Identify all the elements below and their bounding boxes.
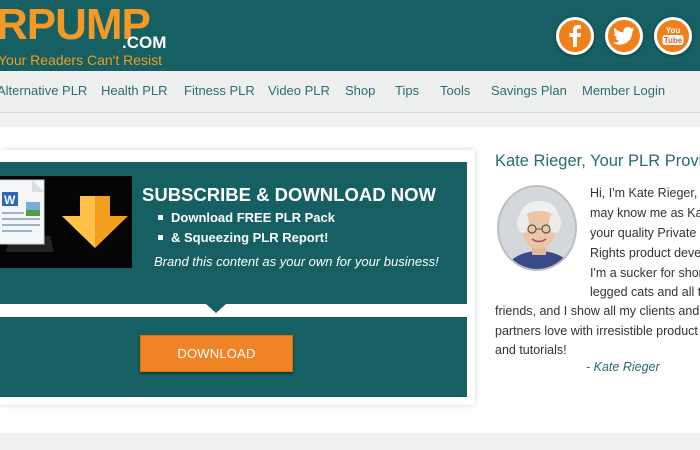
subscribe-title: SUBSCRIBE & DOWNLOAD NOW [142,184,436,205]
twitter-icon [613,27,635,45]
download-graphic: W [0,176,132,268]
logo-tagline: Your Readers Can't Resist [0,52,163,68]
sidebar-bio-line: Rights product deve [590,246,700,260]
portrait-image [499,187,575,269]
avatar [497,185,577,271]
nav-item-video-plr[interactable]: Video PLR [268,83,330,99]
sidebar-bio-line: friends, and I show all my clients and [495,304,700,318]
panel-pointer [206,304,226,313]
site-header: RPUMP .COM Your Readers Can't Resist You… [0,0,700,71]
sidebar-bio-line: may know me as Ka [590,206,700,220]
youtube-icon: You Tube [662,26,684,45]
sidebar-bio-line: partners love with irresistible product [495,324,698,338]
nav-item-alternative-plr[interactable]: Alternative PLR [0,83,87,99]
sidebar-title: Kate Rieger, Your PLR Provi [495,152,700,170]
subscribe-bullet: & Squeezing PLR Report! [158,230,328,246]
youtube-button[interactable]: You Tube [654,17,692,55]
subscribe-bullet: Download FREE PLR Pack [158,210,335,226]
sidebar-bio-line: Hi, I'm Kate Rieger, o [590,186,700,200]
nav-item-tips[interactable]: Tips [395,83,419,99]
nav-item-shop[interactable]: Shop [345,83,375,99]
nav-item-savings-plan[interactable]: Savings Plan [491,83,567,99]
nav-item-tools[interactable]: Tools [440,83,470,99]
subscribe-note: Brand this content as your own for your … [154,254,439,269]
logo-domain: .COM [122,33,167,52]
nav-item-health-plr[interactable]: Health PLR [101,83,167,99]
svg-text:You: You [666,26,681,35]
svg-text:Tube: Tube [664,36,683,45]
download-button[interactable]: Download [140,335,293,372]
sidebar-bio-line: and tutorials! [495,343,567,357]
facebook-icon [569,25,581,47]
main-nav: Alternative PLR Health PLR Fitness PLR V… [0,71,700,113]
svg-text:W: W [4,193,16,207]
document-download-icon: W [0,179,128,252]
sidebar-bio-line: legged cats and all t [590,285,700,299]
twitter-button[interactable] [605,17,643,55]
nav-item-member-login[interactable]: Member Login [582,83,665,99]
nav-item-fitness-plr[interactable]: Fitness PLR [184,83,255,99]
sidebar-bio-line: I'm a sucker for shor [590,266,700,280]
sidebar-signature: - Kate Rieger [586,360,660,374]
facebook-button[interactable] [556,17,594,55]
sidebar-bio-line: your quality Private [590,226,697,240]
